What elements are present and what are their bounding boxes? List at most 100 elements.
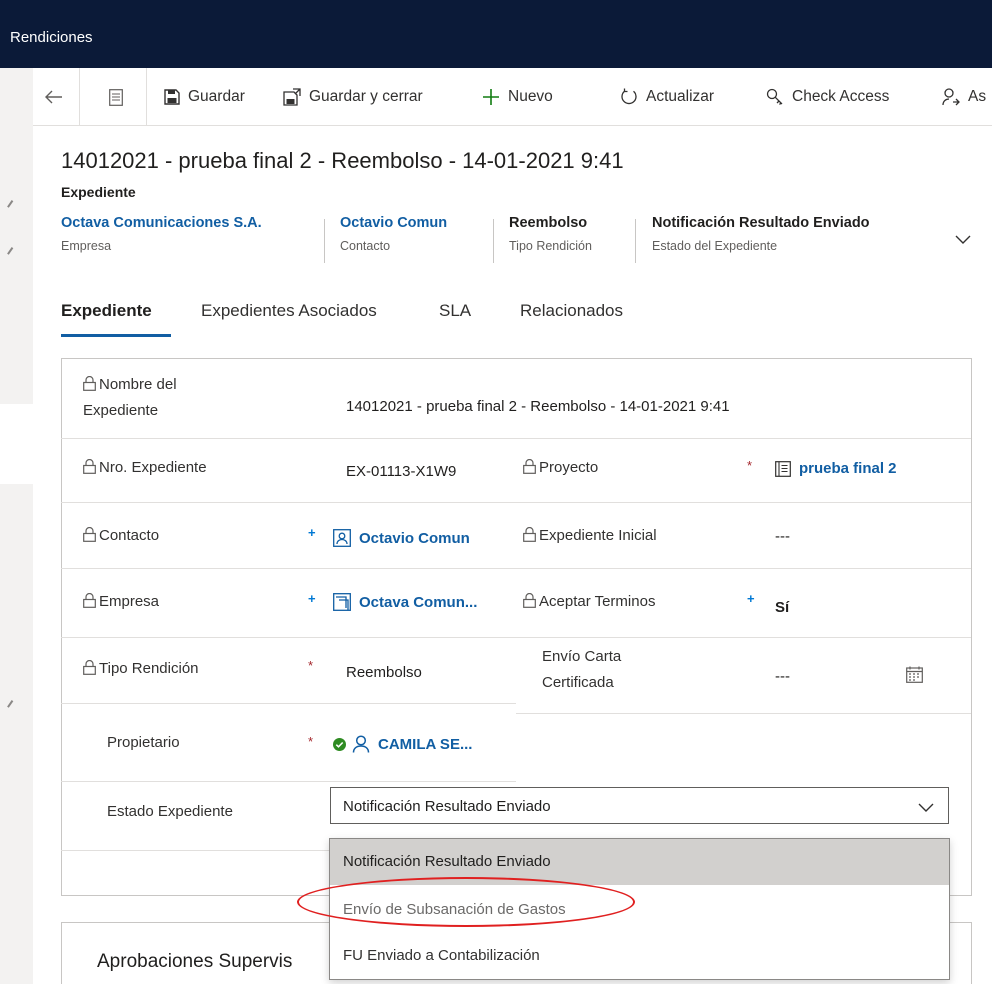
assign-person-icon (942, 88, 960, 106)
calendar-button[interactable] (906, 666, 923, 688)
refresh-label: Actualizar (646, 88, 715, 105)
contact-card-icon (333, 529, 351, 547)
calendar-icon (906, 666, 923, 683)
envio-carta-label: Envío Carta Certificada (542, 648, 622, 691)
nro-value[interactable]: EX-01113-X1W9 (346, 463, 456, 480)
tab-relacionados[interactable]: Relacionados (520, 301, 623, 321)
form-icon (109, 88, 123, 106)
active-tab-indicator (61, 334, 171, 337)
header-field-contacto: Octavio Comun Contacto (340, 215, 447, 253)
key-icon (766, 88, 784, 106)
lock-icon (523, 527, 536, 542)
nro-label: Nro. Expediente (83, 455, 207, 481)
header-expand-button[interactable] (955, 232, 971, 250)
back-button[interactable] (45, 68, 63, 126)
recommended-marker: + (308, 525, 316, 540)
presence-available-icon (333, 737, 346, 751)
header-estado-label: Estado del Expediente (652, 239, 778, 253)
aceptar-terminos-label: Aceptar Terminos (523, 589, 655, 615)
plus-icon (482, 88, 500, 106)
header-tipo-label: Tipo Rendición (509, 239, 592, 253)
proyecto-label: Proyecto (523, 455, 598, 481)
chevron-down-icon (955, 235, 971, 244)
record-entity-type: Expediente (61, 184, 136, 200)
lock-icon (83, 376, 96, 391)
proyecto-label-text: Proyecto (539, 459, 599, 476)
approvals-section-title: Aprobaciones Supervis (97, 951, 293, 972)
form-view-button[interactable] (109, 68, 123, 126)
tab-sla[interactable]: SLA (439, 301, 471, 321)
lock-icon (523, 593, 536, 608)
check-access-button[interactable]: Check Access (766, 68, 889, 126)
nro-label-text: Nro. Expediente (99, 459, 207, 476)
save-close-label: Guardar y cerrar (309, 88, 423, 105)
proyecto-value: prueba final 2 (799, 460, 897, 477)
header-empresa-link[interactable]: Octava Comunicaciones S.A. (61, 215, 262, 231)
tab-expedientes-asociados[interactable]: Expedientes Asociados (201, 301, 377, 321)
header-field-estado: Notificación Resultado Enviado Estado de… (652, 215, 870, 253)
propietario-value: CAMILA SE... (378, 735, 473, 753)
option-fu-enviado-contabilizacion[interactable]: FU Enviado a Contabilización (330, 933, 949, 979)
required-marker: * (308, 734, 314, 749)
save-label: Guardar (188, 88, 245, 105)
tab-expediente[interactable]: Expediente (61, 301, 152, 321)
nav-mark (7, 247, 13, 255)
save-and-close-button[interactable]: Guardar y cerrar (283, 68, 423, 126)
chevron-down-icon (918, 800, 934, 818)
proyecto-link[interactable]: prueba final 2 (775, 460, 897, 477)
refresh-button[interactable]: Actualizar (620, 68, 714, 126)
project-record-icon (775, 460, 791, 477)
lock-icon (83, 660, 96, 675)
estado-select[interactable]: Notificación Resultado Enviado (330, 787, 949, 824)
lock-icon (523, 459, 536, 474)
new-button[interactable]: Nuevo (482, 68, 553, 126)
lock-icon (83, 527, 96, 542)
tipo-rendicion-value[interactable]: Reembolso (346, 664, 422, 681)
nav-mark (7, 200, 13, 208)
contacto-link[interactable]: Octavio Comun (333, 529, 470, 547)
aceptar-terminos-value[interactable]: Sí (775, 599, 789, 616)
lock-icon (83, 593, 96, 608)
record-form: 14012021 - prueba final 2 - Reembolso - … (33, 127, 992, 984)
option-notificacion-resultado-enviado[interactable]: Notificación Resultado Enviado (330, 839, 949, 885)
tipo-rendicion-label: Tipo Rendición (83, 656, 199, 682)
nombre-value[interactable]: 14012021 - prueba final 2 - Reembolso - … (346, 398, 730, 415)
estado-label: Estado Expediente (107, 803, 233, 820)
expediente-inicial-value[interactable]: --- (775, 528, 790, 545)
check-access-label: Check Access (792, 88, 890, 105)
recommended-marker: + (308, 591, 316, 606)
command-bar: Guardar Guardar y cerrar Nuevo Actualiza… (33, 68, 992, 126)
contacto-label-text: Contacto (99, 527, 160, 544)
save-close-icon (283, 88, 301, 106)
empresa-link[interactable]: Octava Comun... (333, 593, 477, 611)
save-button[interactable]: Guardar (164, 68, 245, 126)
propietario-label: Propietario (107, 734, 180, 751)
empresa-value: Octava Comun... (359, 593, 478, 611)
option-envio-subsanacion-gastos[interactable]: Envío de Subsanación de Gastos (330, 887, 949, 933)
record-title: 14012021 - prueba final 2 - Reembolso - … (61, 148, 624, 173)
estado-selected-value: Notificación Resultado Enviado (343, 798, 551, 815)
header-contacto-label: Contacto (340, 239, 391, 253)
app-title[interactable]: Rendiciones (10, 29, 93, 46)
empresa-label-text: Empresa (99, 593, 160, 610)
recommended-marker: + (747, 591, 755, 606)
propietario-link[interactable]: CAMILA SE... (333, 735, 472, 753)
user-icon (352, 735, 370, 753)
envio-carta-value[interactable]: --- (775, 668, 790, 685)
header-estado-value: Notificación Resultado Enviado (652, 215, 870, 231)
new-label: Nuevo (508, 88, 553, 105)
required-marker: * (308, 658, 314, 673)
lock-icon (83, 459, 96, 474)
header-tipo-value: Reembolso (509, 215, 588, 231)
assign-button[interactable]: As (942, 68, 986, 126)
header-contacto-link[interactable]: Octavio Comun (340, 215, 447, 231)
expediente-inicial-label-text: Expediente Inicial (539, 527, 657, 544)
contacto-value: Octavio Comun (359, 529, 470, 547)
required-marker: * (747, 458, 753, 473)
header-field-tipo: Reembolso Tipo Rendición (509, 215, 592, 253)
assign-label: As (968, 88, 987, 105)
nombre-label: Nombre del Expediente (83, 372, 243, 424)
account-icon (333, 593, 351, 611)
refresh-icon (620, 88, 638, 106)
aceptar-terminos-label-text: Aceptar Terminos (539, 593, 656, 610)
